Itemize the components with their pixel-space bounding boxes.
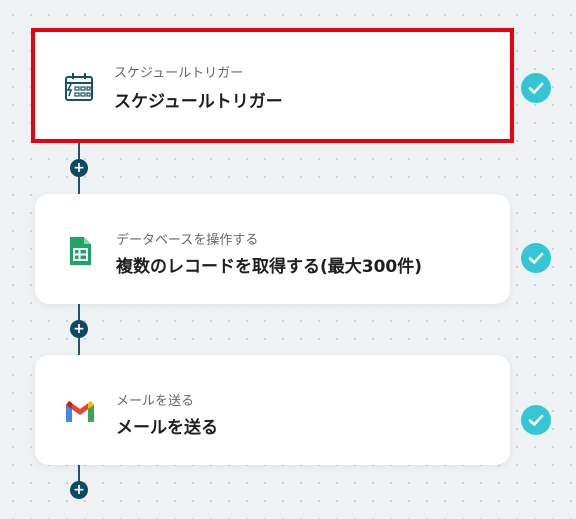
google-sheets-icon xyxy=(63,234,97,268)
add-step-button[interactable]: + xyxy=(70,159,88,177)
schedule-calendar-icon xyxy=(62,70,96,104)
completed-check-icon xyxy=(521,405,551,435)
add-step-button[interactable]: + xyxy=(70,481,88,499)
gmail-icon xyxy=(63,395,97,429)
completed-check-icon xyxy=(521,243,551,273)
step-subtitle: スケジュールトリガー xyxy=(114,66,244,81)
step-card-send-mail[interactable]: メールを送る メールを送る xyxy=(35,355,510,465)
add-step-button[interactable]: + xyxy=(70,320,88,338)
step-subtitle: データベースを操作する xyxy=(116,233,259,248)
step-subtitle: メールを送る xyxy=(116,394,195,409)
step-card-database[interactable]: データベースを操作する 複数のレコードを取得する(最大300件) xyxy=(35,194,510,304)
step-card-schedule-trigger[interactable]: スケジュールトリガー スケジュールトリガー xyxy=(31,28,514,143)
step-title: メールを送る xyxy=(116,418,218,438)
completed-check-icon xyxy=(521,73,551,103)
step-title: 複数のレコードを取得する(最大300件) xyxy=(116,257,423,277)
step-title: スケジュールトリガー xyxy=(114,92,283,112)
